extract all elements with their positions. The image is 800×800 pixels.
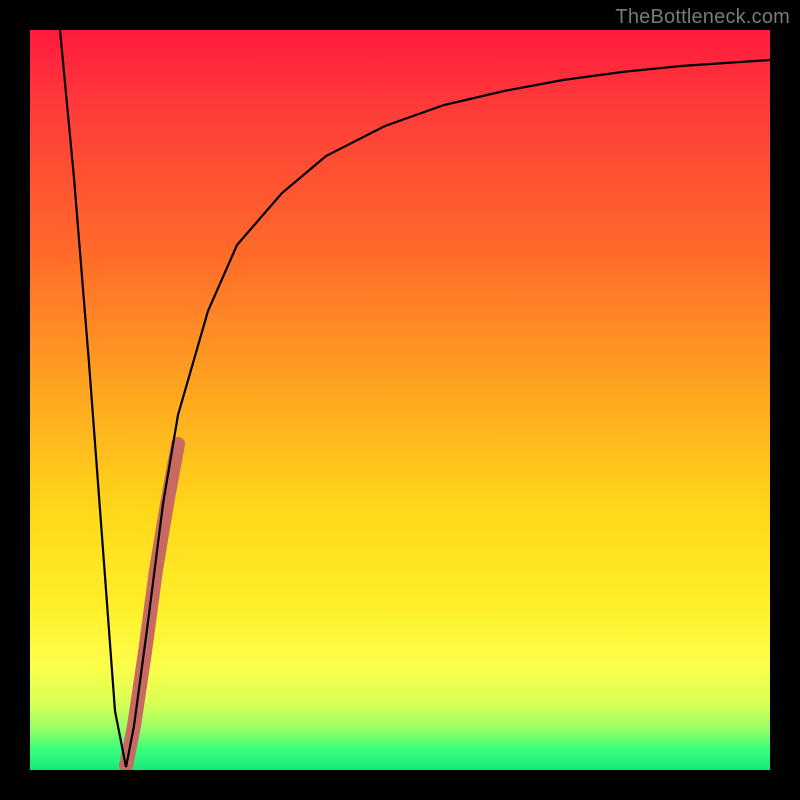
- highlight-segment: [126, 444, 178, 766]
- plot-area: [30, 30, 770, 770]
- v-curve: [60, 30, 770, 767]
- watermark-text: TheBottleneck.com: [615, 6, 790, 29]
- chart-frame: TheBottleneck.com: [0, 0, 800, 800]
- curve-layer: [30, 30, 770, 770]
